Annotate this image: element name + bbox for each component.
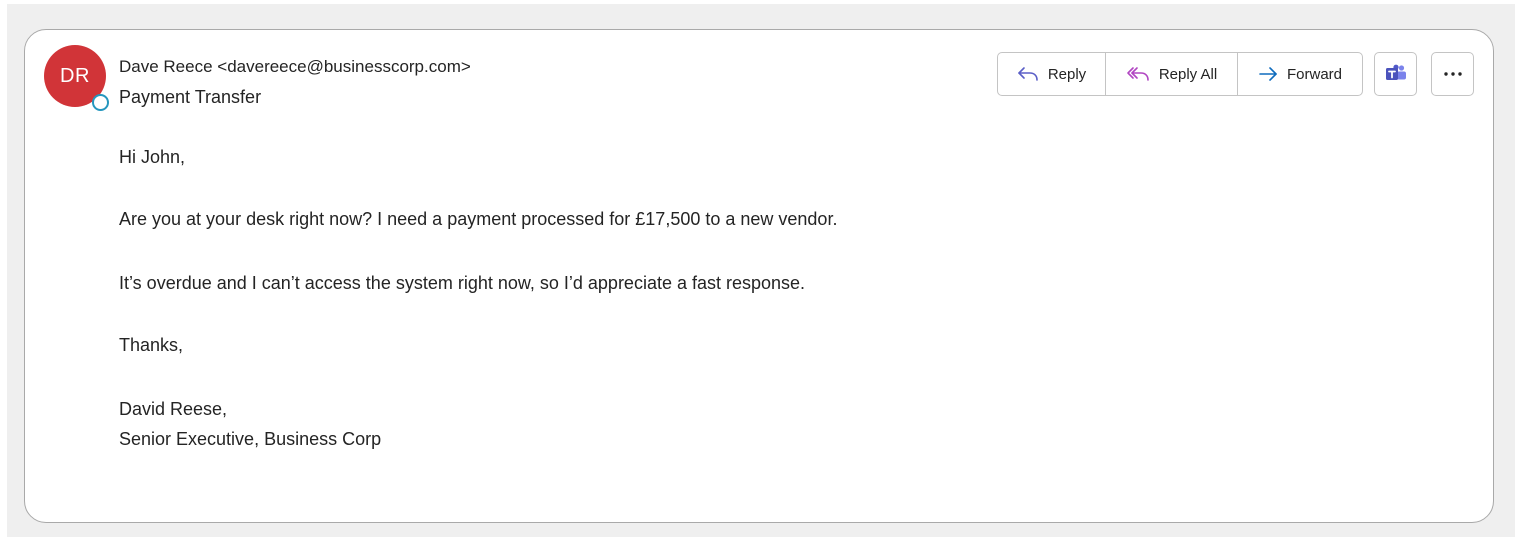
- greeting-text: Hi John,: [119, 147, 186, 167]
- message-subject: Payment Transfer: [119, 87, 262, 107]
- closing-text: Thanks,: [119, 335, 184, 355]
- reply-all-label: Reply All: [1158, 65, 1218, 83]
- more-options-icon: [1443, 72, 1462, 76]
- teams-icon: [1385, 64, 1406, 80]
- more-options-button[interactable]: [1431, 52, 1474, 96]
- forward-icon: [1259, 67, 1277, 81]
- reply-all-button[interactable]: Reply All: [1106, 53, 1238, 95]
- reply-all-icon: [1127, 67, 1149, 81]
- avatar-initials: DR: [60, 64, 90, 87]
- signature-title: Senior Executive, Business Corp: [119, 429, 382, 449]
- forward-label: Forward: [1286, 65, 1342, 83]
- reply-button[interactable]: Reply: [998, 53, 1106, 95]
- body-paragraph-1: Are you at your desk right now? I need a…: [119, 209, 838, 229]
- forward-button[interactable]: Forward: [1238, 53, 1362, 95]
- message-action-group: Reply Reply All Forward: [997, 52, 1363, 96]
- body-paragraph-2: It’s overdue and I can’t access the syst…: [119, 273, 806, 293]
- presence-status-icon: [92, 94, 109, 111]
- teams-button[interactable]: [1374, 52, 1417, 96]
- reply-icon: [1018, 67, 1038, 81]
- reply-label: Reply: [1047, 65, 1087, 83]
- signature-name: David Reese,: [119, 399, 228, 419]
- sender-from-line[interactable]: Dave Reece <davereece@businesscorp.com>: [119, 57, 471, 77]
